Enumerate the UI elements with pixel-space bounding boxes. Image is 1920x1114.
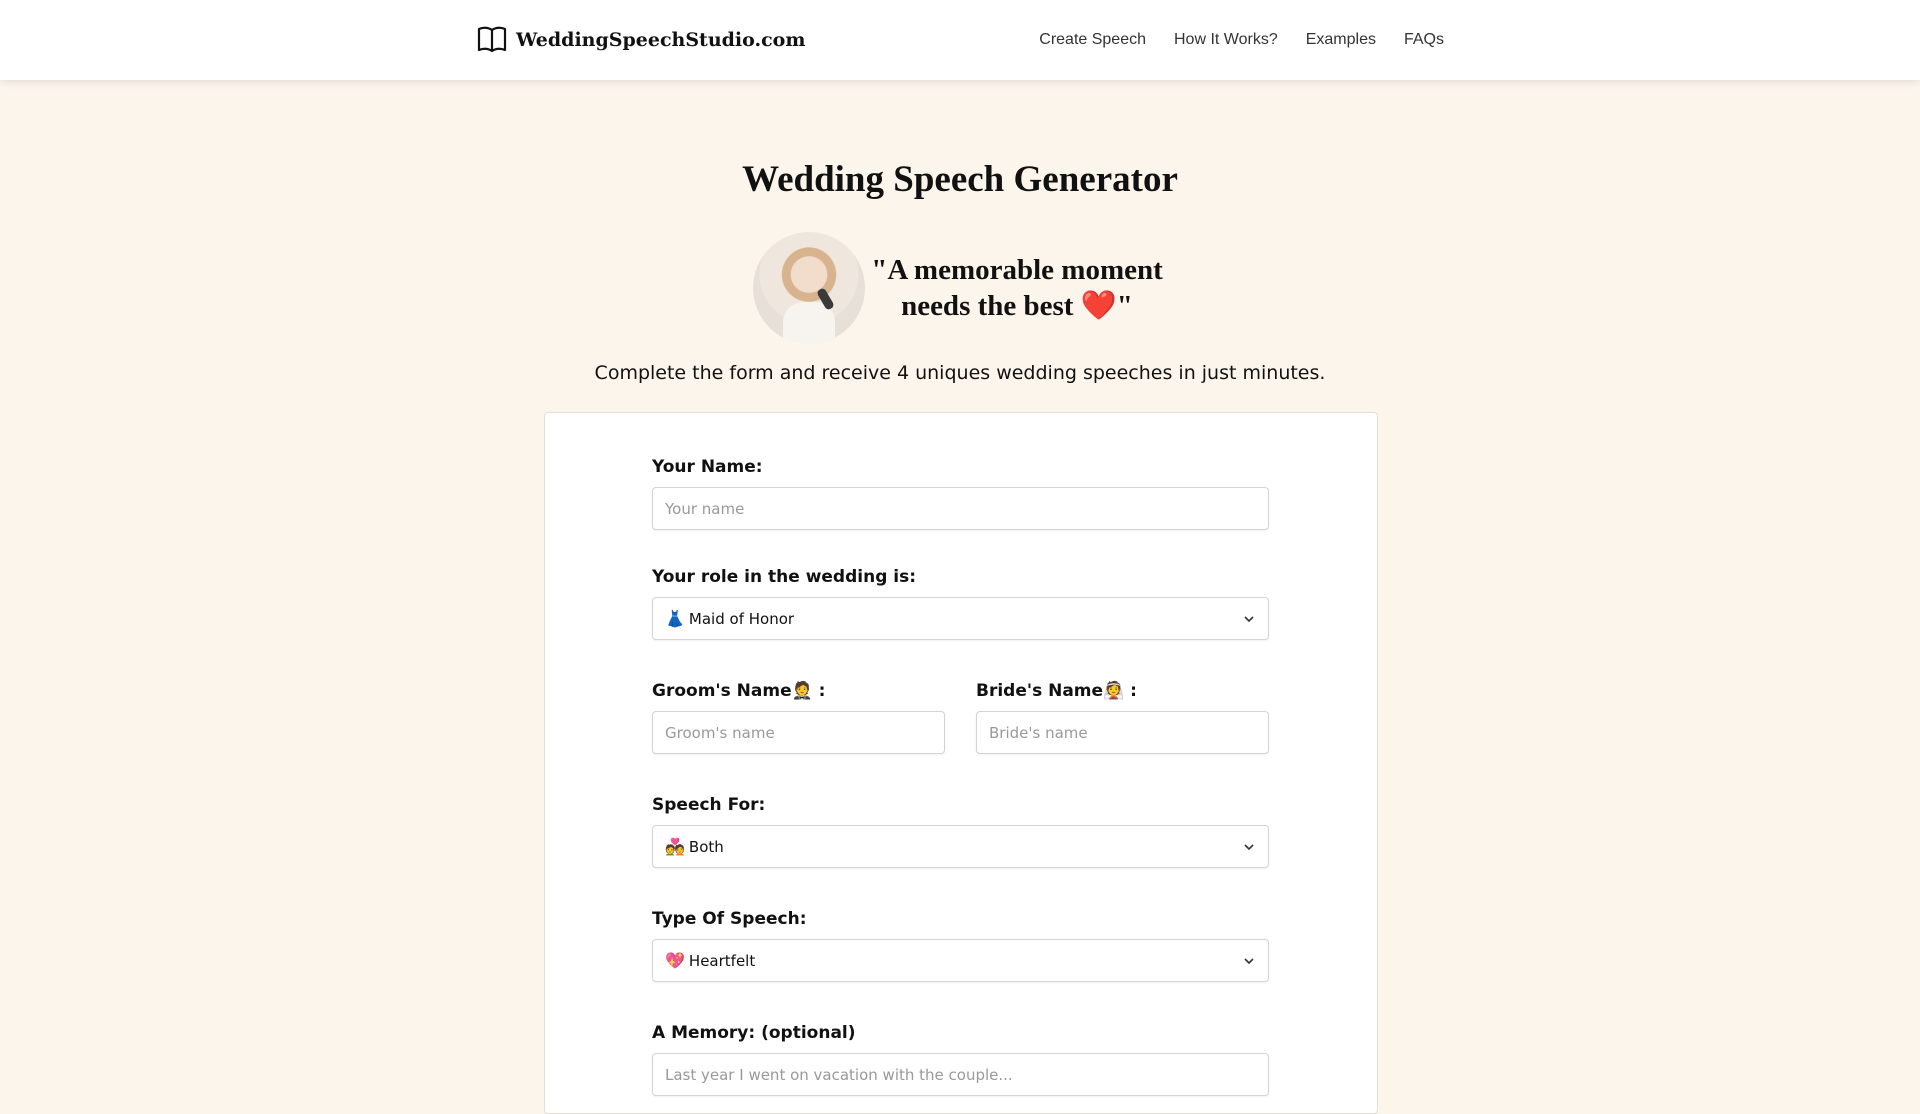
brand-name: WeddingSpeechStudio.com xyxy=(516,29,806,51)
microphone-icon xyxy=(816,287,835,311)
role-label: Your role in the wedding is: xyxy=(652,567,917,587)
open-book-icon xyxy=(477,26,507,53)
sparkling-heart-icon: 💖 xyxy=(665,951,685,970)
hero-subtitle: Complete the form and receive 4 uniques … xyxy=(594,362,1326,384)
role-value: Maid of Honor xyxy=(688,609,795,628)
groom-name-input[interactable]: Groom's name xyxy=(652,711,945,754)
groom-name-label: Groom's Name🤵 : xyxy=(652,681,826,701)
your-name-field: Your Name: Your name xyxy=(652,457,1269,530)
bride-name-field: Bride's Name👰 : Bride's name xyxy=(976,681,1269,754)
couple-icon: 💑 xyxy=(665,837,685,856)
memory-placeholder: Last year I went on vacation with the co… xyxy=(665,1065,1013,1084)
bride-avatar-image xyxy=(753,232,865,344)
top-navigation-bar: WeddingSpeechStudio.com Create Speech Ho… xyxy=(0,0,1920,80)
bride-name-label: Bride's Name👰 : xyxy=(976,681,1137,701)
role-field: Your role in the wedding is: 👗 Maid of H… xyxy=(652,567,1269,640)
speech-type-field: Type Of Speech: 💖 Heartfelt xyxy=(652,909,1269,982)
hero-quote: "A memorable moment needs the best ❤️" xyxy=(867,252,1167,324)
role-select[interactable]: 👗 Maid of Honor xyxy=(652,597,1269,640)
memory-label: A Memory: (optional) xyxy=(652,1023,856,1043)
page-title: Wedding Speech Generator xyxy=(742,159,1178,200)
hero-quote-row: "A memorable moment needs the best ❤️" xyxy=(0,232,1920,344)
speech-form-card: Your Name: Your name Your role in the we… xyxy=(544,412,1378,1114)
nav-how-it-works[interactable]: How It Works? xyxy=(1174,31,1278,49)
bride-name-input[interactable]: Bride's name xyxy=(976,711,1269,754)
nav-faqs[interactable]: FAQs xyxy=(1404,31,1444,49)
speech-for-field: Speech For: 💑 Both xyxy=(652,795,1269,868)
speech-for-select[interactable]: 💑 Both xyxy=(652,825,1269,868)
speech-for-value: Both xyxy=(688,837,724,856)
brand-logo-link[interactable]: WeddingSpeechStudio.com xyxy=(476,24,805,56)
bride-name-placeholder: Bride's name xyxy=(989,723,1088,742)
memory-input[interactable]: Last year I went on vacation with the co… xyxy=(652,1053,1269,1096)
your-name-placeholder: Your name xyxy=(665,499,745,518)
quote-line-2: needs the best ❤️" xyxy=(901,290,1133,322)
groom-name-field: Groom's Name🤵 : Groom's name xyxy=(652,681,945,754)
groom-name-placeholder: Groom's name xyxy=(665,723,775,742)
dress-icon: 👗 xyxy=(665,609,685,628)
chevron-down-icon xyxy=(1244,843,1254,850)
your-name-input[interactable]: Your name xyxy=(652,487,1269,530)
nav-examples[interactable]: Examples xyxy=(1306,31,1376,49)
chevron-down-icon xyxy=(1244,957,1254,964)
speech-type-label: Type Of Speech: xyxy=(652,909,807,929)
nav-create-speech[interactable]: Create Speech xyxy=(1039,31,1146,49)
speech-type-select[interactable]: 💖 Heartfelt xyxy=(652,939,1269,982)
memory-field: A Memory: (optional) Last year I went on… xyxy=(652,1023,1269,1096)
speech-type-value: Heartfelt xyxy=(688,951,756,970)
chevron-down-icon xyxy=(1244,615,1254,622)
speech-for-label: Speech For: xyxy=(652,795,766,815)
quote-line-1: "A memorable moment xyxy=(871,254,1163,286)
your-name-label: Your Name: xyxy=(652,457,763,477)
main-nav: Create Speech How It Works? Examples FAQ… xyxy=(1039,0,1444,80)
